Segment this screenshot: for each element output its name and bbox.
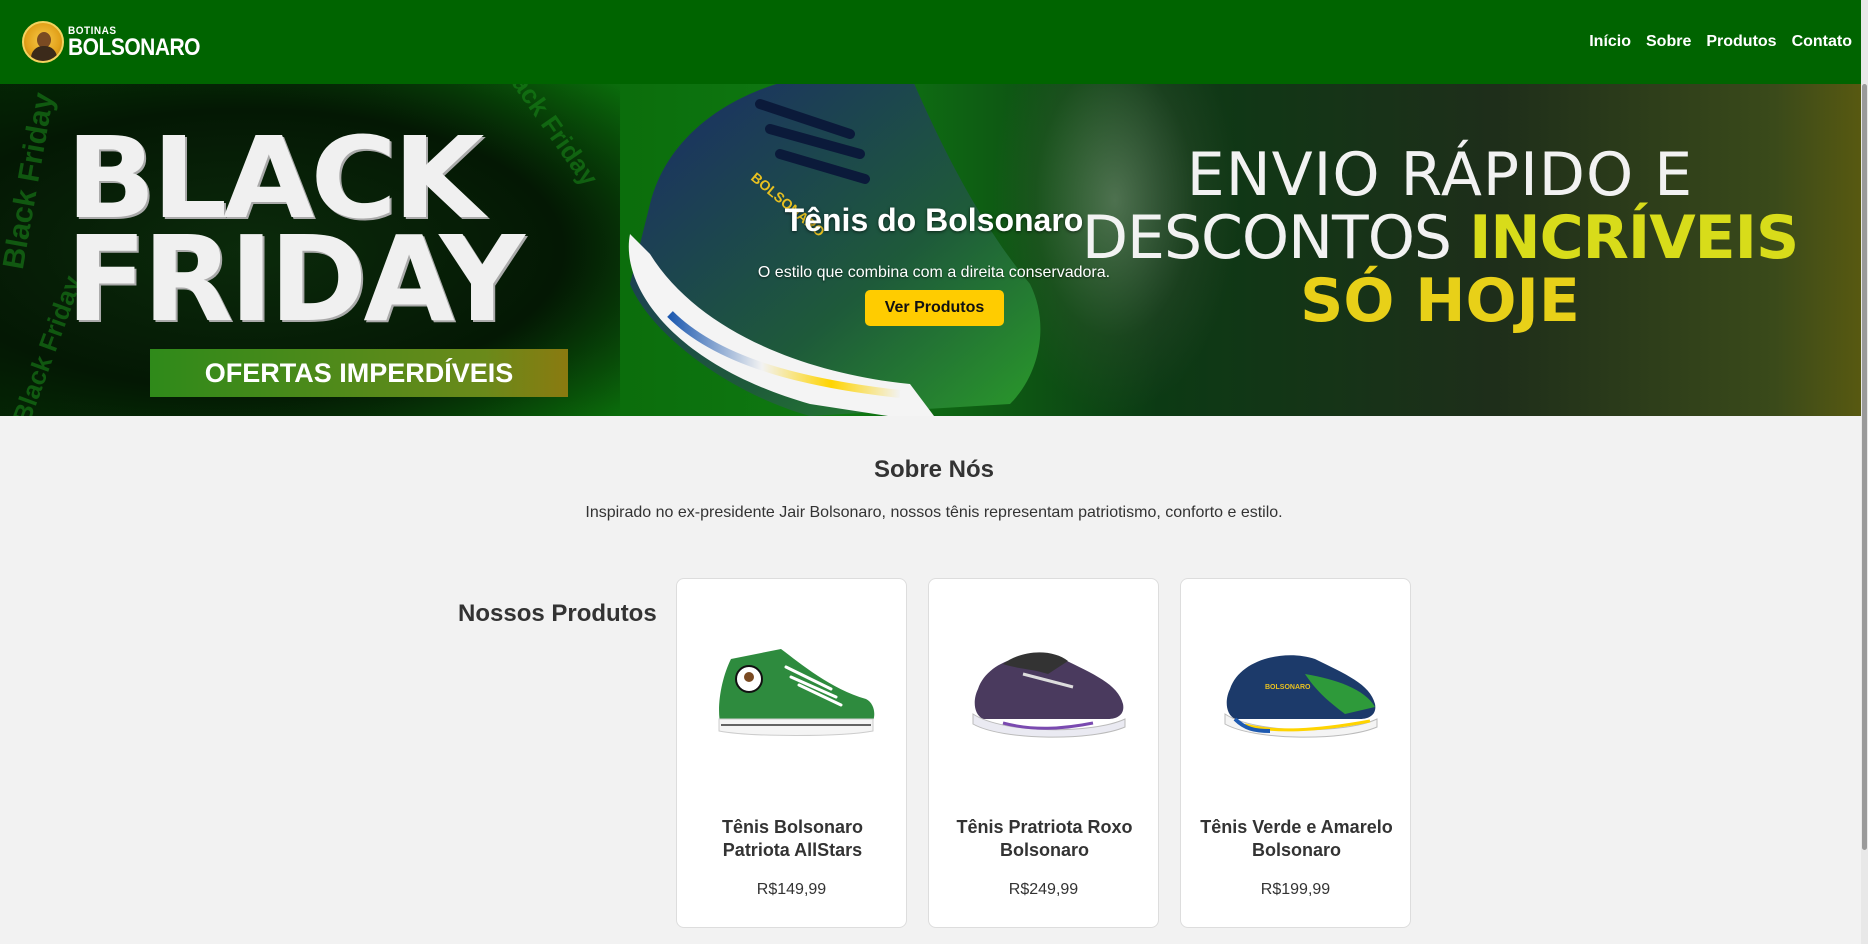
product-price: R$249,99 bbox=[1008, 881, 1079, 898]
hero-title: Tênis do Bolsonaro bbox=[784, 202, 1084, 238]
product-card[interactable]: BOLSONARO Tênis Verde e Amarelo Bolsonar… bbox=[1180, 578, 1411, 928]
products-title: Nossos Produtos bbox=[458, 600, 657, 627]
nav-link-contato[interactable]: Contato bbox=[1792, 33, 1852, 51]
hero-subtitle: O estilo que combina com a direita conse… bbox=[757, 264, 1111, 281]
svg-text:BOLSONARO: BOLSONARO bbox=[1265, 684, 1311, 691]
about-title: Sobre Nós bbox=[873, 456, 995, 483]
page-scrollbar[interactable] bbox=[1861, 0, 1868, 944]
nav-link-produtos[interactable]: Produtos bbox=[1706, 33, 1776, 51]
product-name: Tênis Pratriota Roxo Bolsonaro bbox=[956, 817, 1133, 860]
logo-big-text: BOLSONARO bbox=[68, 33, 201, 61]
product-card[interactable]: Tênis Bolsonaro Patriota AllStars R$149,… bbox=[676, 578, 907, 928]
hero-overlay: Tênis do Bolsonaro O estilo que combina … bbox=[0, 84, 1868, 416]
view-products-button[interactable]: Ver Produtos bbox=[865, 290, 1004, 326]
nav-link-inicio[interactable]: Início bbox=[1589, 33, 1631, 51]
product-price: R$199,99 bbox=[1260, 881, 1331, 898]
product-price: R$149,99 bbox=[756, 881, 827, 898]
about-text: Inspirado no ex-presidente Jair Bolsonar… bbox=[585, 504, 1283, 521]
scrollbar-thumb[interactable] bbox=[1862, 84, 1867, 850]
logo-seal-icon bbox=[22, 21, 64, 63]
product-image-roxo bbox=[972, 652, 1126, 738]
product-name: Tênis Verde e Amarelo Bolsonaro bbox=[1200, 817, 1393, 860]
site-header: BOTINAS BOLSONARO Início Sobre Produtos … bbox=[0, 0, 1868, 84]
nav-link-sobre[interactable]: Sobre bbox=[1646, 33, 1691, 51]
product-image-verde-amarelo: BOLSONARO bbox=[1224, 655, 1378, 738]
logo-text: BOTINAS BOLSONARO bbox=[68, 25, 201, 61]
product-image-allstars bbox=[718, 649, 875, 736]
product-card[interactable]: Tênis Pratriota Roxo Bolsonaro R$249,99 bbox=[928, 578, 1159, 928]
site-logo[interactable]: BOTINAS BOLSONARO bbox=[22, 21, 201, 63]
main-nav: Início Sobre Produtos Contato bbox=[1589, 33, 1852, 51]
product-name: Tênis Bolsonaro Patriota AllStars bbox=[721, 817, 864, 860]
